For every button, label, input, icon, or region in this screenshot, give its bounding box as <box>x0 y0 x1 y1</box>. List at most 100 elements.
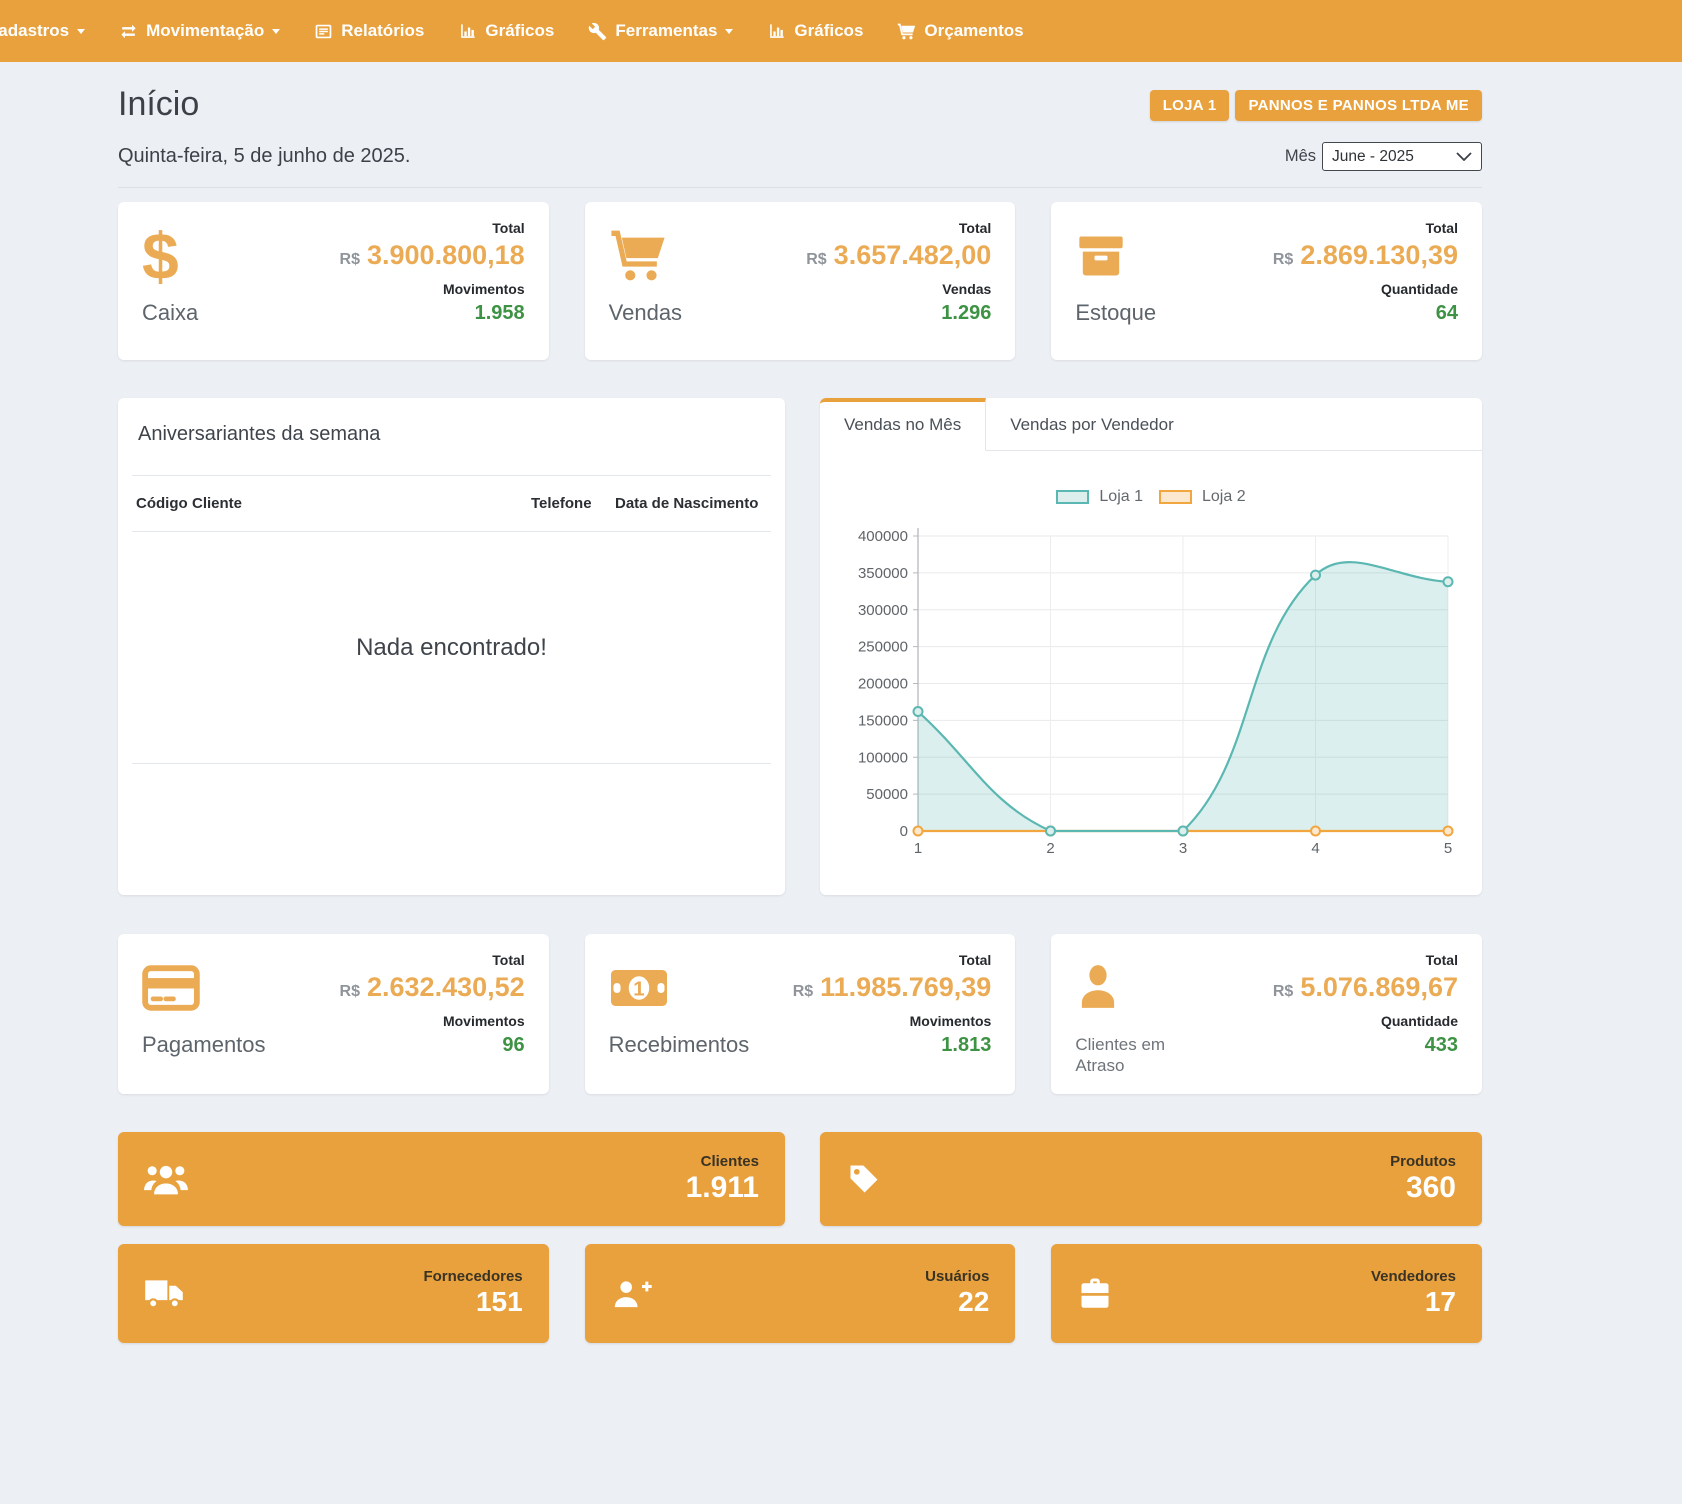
stat-card-pagamentos: Pagamentos Total R$2.632.430,52 Moviment… <box>118 934 549 1094</box>
tile-value: 17 <box>1371 1286 1456 1318</box>
currency-prefix: R$ <box>793 983 813 1000</box>
sales-line-chart: 0500001000001500002000002500003000003500… <box>826 516 1476 866</box>
tile-value: 1.911 <box>686 1171 759 1206</box>
tab-vendas-por-vendedor[interactable]: Vendas por Vendedor <box>986 398 1198 450</box>
stat-card-label: Pagamentos <box>142 1032 266 1058</box>
tile-label: Vendedores <box>1371 1268 1456 1285</box>
tile-clientes[interactable]: Clientes 1.911 <box>118 1132 785 1226</box>
chart-legend: Loja 1 Loja 2 <box>820 487 1482 507</box>
total-value: 3.900.800,18 <box>367 240 525 270</box>
column-header-telefone: Telefone <box>531 495 615 512</box>
count-value: 1.958 <box>340 302 525 325</box>
empty-state-message: Nada encontrado! <box>132 532 771 763</box>
store-button[interactable]: LOJA 1 <box>1150 90 1230 121</box>
count-label: Movimentos <box>340 1013 525 1029</box>
count-label: Quantidade <box>1273 281 1458 297</box>
divider <box>132 763 771 764</box>
total-label: Total <box>793 952 992 968</box>
column-header-codigo: Código <box>136 495 192 512</box>
currency-prefix: R$ <box>340 251 360 268</box>
cart-icon <box>609 220 682 292</box>
svg-text:5: 5 <box>1444 840 1452 857</box>
nav-item-label: Gráficos <box>794 21 863 41</box>
currency-prefix: R$ <box>1273 251 1293 268</box>
total-value: 3.657.482,00 <box>834 240 992 270</box>
chevron-down-icon <box>1456 152 1472 161</box>
sales-chart-panel: Vendas no Mês Vendas por Vendedor Loja 1… <box>820 398 1482 895</box>
nav-item-label: Gráficos <box>485 21 554 41</box>
svg-text:1: 1 <box>914 840 922 857</box>
total-label: Total <box>1273 220 1458 236</box>
nav-item-relatorios[interactable]: Relatórios <box>297 21 441 41</box>
tile-vendedores[interactable]: Vendedores 17 <box>1051 1244 1482 1343</box>
briefcase-icon <box>1077 1277 1113 1310</box>
current-date: Quinta-feira, 5 de junho de 2025. <box>118 145 410 168</box>
nav-item-cadastros[interactable]: Cadastros <box>0 21 102 41</box>
nav-item-label: Relatórios <box>341 21 424 41</box>
stat-card-caixa: $ Caixa Total R$3.900.800,18 Movimentos … <box>118 202 549 360</box>
column-header-nascimento: Data de Nascimento <box>615 495 767 512</box>
total-value: 2.869.130,39 <box>1300 240 1458 270</box>
month-select-value: June - 2025 <box>1332 148 1414 166</box>
tile-label: Produtos <box>1390 1153 1456 1170</box>
cart-icon <box>897 22 916 41</box>
nav-item-label: Ferramentas <box>615 21 717 41</box>
page-title: Início <box>118 84 199 124</box>
currency-prefix: R$ <box>806 251 826 268</box>
stat-card-label: Estoque <box>1075 300 1156 326</box>
nav-item-orcamentos[interactable]: Orçamentos <box>880 21 1040 41</box>
legend-swatch-loja1 <box>1056 490 1089 504</box>
stat-card-label: Vendas <box>609 300 682 326</box>
stat-card-label: Recebimentos <box>609 1032 750 1058</box>
nav-item-movimentacao[interactable]: Movimentação <box>102 21 297 41</box>
users-icon <box>144 1163 188 1195</box>
bar-chart-icon <box>767 22 786 41</box>
total-label: Total <box>1273 952 1458 968</box>
svg-text:4: 4 <box>1311 840 1319 857</box>
nav-item-ferramentas[interactable]: Ferramentas <box>571 21 750 41</box>
credit-card-icon <box>142 952 266 1024</box>
total-value: 5.076.869,67 <box>1300 972 1458 1002</box>
nav-item-graficos[interactable]: Gráficos <box>441 21 571 41</box>
legend-item-loja2[interactable]: Loja 2 <box>1159 488 1246 506</box>
tile-label: Fornecedores <box>423 1268 522 1285</box>
total-label: Total <box>806 220 991 236</box>
total-value: 2.632.430,52 <box>367 972 525 1002</box>
tile-produtos[interactable]: Produtos 360 <box>820 1132 1482 1226</box>
company-button[interactable]: PANNOS E PANNOS LTDA ME <box>1235 90 1482 121</box>
svg-text:100000: 100000 <box>858 749 908 766</box>
svg-text:50000: 50000 <box>866 786 908 803</box>
report-icon <box>314 22 333 41</box>
bar-chart-icon <box>458 22 477 41</box>
currency-prefix: R$ <box>1273 983 1293 1000</box>
legend-item-loja1[interactable]: Loja 1 <box>1056 488 1143 506</box>
tab-vendas-no-mes[interactable]: Vendas no Mês <box>820 398 986 451</box>
person-icon <box>1075 952 1187 1020</box>
svg-text:350000: 350000 <box>858 565 908 582</box>
stat-card-clientes-em-atraso: Clientes em Atraso Total R$5.076.869,67 … <box>1051 934 1482 1094</box>
exchange-icon <box>119 22 138 41</box>
user-plus-icon <box>611 1278 652 1309</box>
count-value: 64 <box>1273 302 1458 325</box>
svg-text:150000: 150000 <box>858 712 908 729</box>
main-content: Início LOJA 1 PANNOS E PANNOS LTDA ME Qu… <box>118 62 1482 1343</box>
tile-label: Usuários <box>925 1268 989 1285</box>
tile-value: 360 <box>1390 1171 1456 1206</box>
header-divider <box>118 187 1482 188</box>
top-navbar: Cadastros Movimentação Relatórios Gráfic… <box>0 0 1682 62</box>
truck-icon <box>144 1278 184 1309</box>
caret-down-icon <box>725 29 733 34</box>
stat-card-label: Caixa <box>142 300 198 326</box>
month-select[interactable]: June - 2025 <box>1322 142 1482 171</box>
nav-item-graficos-2[interactable]: Gráficos <box>750 21 880 41</box>
month-select-label: Mês <box>1285 147 1316 166</box>
svg-text:3: 3 <box>1179 840 1187 857</box>
tile-usuarios[interactable]: Usuários 22 <box>585 1244 1016 1343</box>
archive-box-icon <box>1075 220 1156 292</box>
tile-fornecedores[interactable]: Fornecedores 151 <box>118 1244 549 1343</box>
count-value: 433 <box>1273 1034 1458 1057</box>
stat-card-recebimentos: 1 Recebimentos Total R$11.985.769,39 Mov… <box>585 934 1016 1094</box>
column-header-cliente: Cliente <box>192 495 531 512</box>
count-label: Quantidade <box>1273 1013 1458 1029</box>
birthdays-panel: Aniversariantes da semana Código Cliente… <box>118 398 785 895</box>
